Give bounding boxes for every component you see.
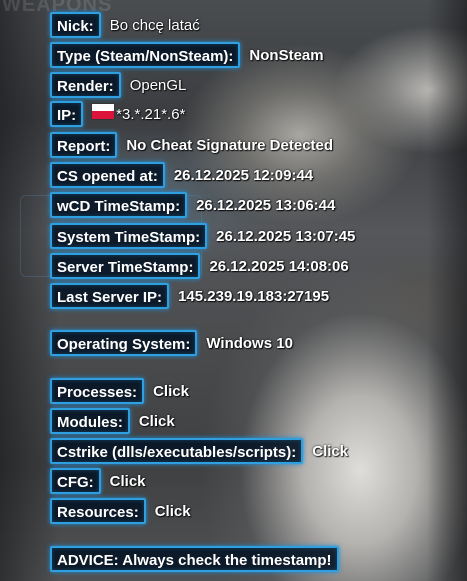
server-timestamp-label: Server TimeStamp:: [50, 253, 201, 279]
system-timestamp-label: System TimeStamp:: [50, 223, 208, 249]
resources-row: Resources: Click: [50, 498, 191, 524]
cfg-row: CFG: Click: [50, 468, 146, 494]
poland-flag-icon: [92, 103, 115, 119]
cs-opened-value: 26.12.2025 12:09:44: [173, 166, 314, 184]
ip-row: IP: *3.*.21*.6*: [50, 101, 185, 127]
report-label: Report:: [50, 132, 118, 158]
type-value: NonSteam: [249, 46, 324, 64]
modules-click-link[interactable]: Click: [139, 413, 175, 430]
last-server-ip-value: 145.239.19.183:27195: [178, 287, 330, 305]
type-label: Type (Steam/NonSteam):: [50, 42, 241, 68]
os-row: Operating System: Windows 10: [50, 330, 293, 356]
resources-label: Resources:: [50, 498, 146, 524]
advice-row: ADVICE: Always check the timestamp!: [50, 546, 339, 572]
wcd-timestamp-row: wCD TimeStamp: 26.12.2025 13:06:44: [50, 192, 335, 218]
processes-label: Processes:: [50, 378, 145, 404]
report-value: No Cheat Signature Detected: [126, 136, 334, 154]
ip-value-wrap: *3.*.21*.6*: [92, 103, 186, 123]
wcd-timestamp-label: wCD TimeStamp:: [50, 192, 188, 218]
modules-label: Modules:: [50, 408, 130, 434]
system-timestamp-row: System TimeStamp: 26.12.2025 13:07:45: [50, 223, 355, 249]
screenshot-info-panel: Nick: Bo chcę latać Type (Steam/NonSteam…: [50, 0, 467, 581]
resources-click-link[interactable]: Click: [155, 503, 191, 520]
ip-label: IP:: [50, 101, 84, 127]
advice-label: ADVICE: Always check the timestamp!: [50, 546, 339, 572]
cs-opened-label: CS opened at:: [50, 162, 165, 188]
render-label: Render:: [50, 72, 121, 98]
nick-label: Nick:: [50, 12, 101, 38]
render-row: Render: OpenGL: [50, 72, 186, 98]
processes-row: Processes: Click: [50, 378, 189, 404]
cfg-label: CFG:: [50, 468, 101, 494]
render-value: OpenGL: [129, 76, 187, 94]
last-server-ip-label: Last Server IP:: [50, 283, 170, 309]
nick-row: Nick: Bo chcę latać: [50, 12, 200, 38]
cs-opened-row: CS opened at: 26.12.2025 12:09:44: [50, 162, 313, 188]
modules-row: Modules: Click: [50, 408, 175, 434]
system-timestamp-value: 26.12.2025 13:07:45: [216, 227, 356, 245]
ip-value: *3.*.21*.6*: [116, 105, 186, 123]
cfg-click-link[interactable]: Click: [110, 473, 146, 490]
cstrike-label: Cstrike (dlls/executables/scripts):: [50, 438, 304, 464]
wcd-timestamp-value: 26.12.2025 13:06:44: [196, 196, 336, 214]
last-server-ip-row: Last Server IP: 145.239.19.183:27195: [50, 283, 329, 309]
os-value: Windows 10: [206, 334, 293, 352]
server-timestamp-row: Server TimeStamp: 26.12.2025 14:08:06: [50, 253, 349, 279]
report-row: Report: No Cheat Signature Detected: [50, 132, 333, 158]
processes-click-link[interactable]: Click: [153, 383, 189, 400]
os-label: Operating System:: [50, 330, 198, 356]
cstrike-click-link[interactable]: Click: [312, 443, 348, 460]
nick-value: Bo chcę latać: [109, 16, 200, 34]
type-row: Type (Steam/NonSteam): NonSteam: [50, 42, 324, 68]
server-timestamp-value: 26.12.2025 14:08:06: [209, 257, 349, 275]
cstrike-row: Cstrike (dlls/executables/scripts): Clic…: [50, 438, 348, 464]
